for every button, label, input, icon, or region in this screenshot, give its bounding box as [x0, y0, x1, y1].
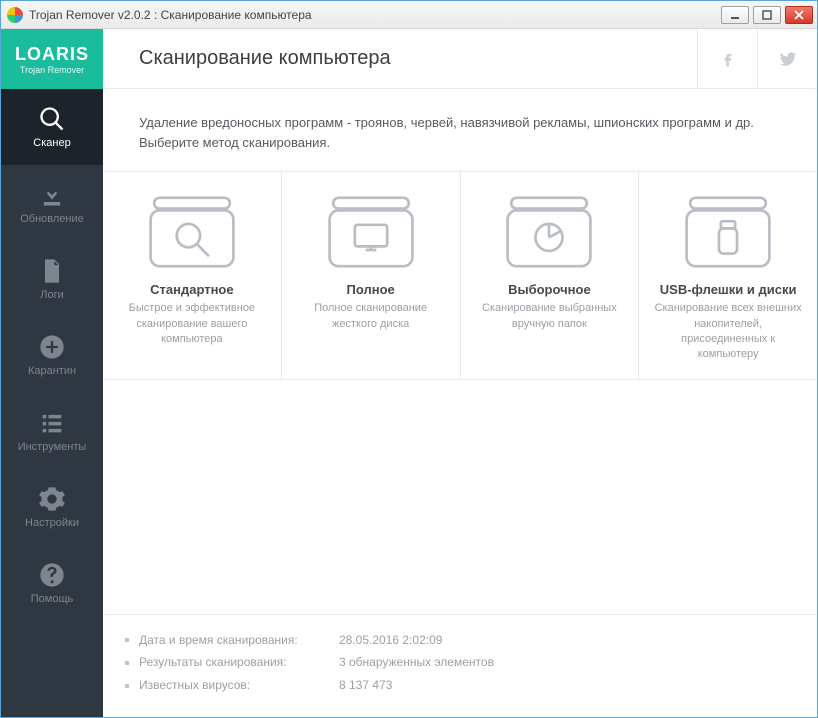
stats-label: Известных вирусов:	[139, 674, 339, 697]
scan-option-desc: Полное сканирование жесткого диска	[294, 301, 448, 332]
close-icon	[794, 10, 804, 20]
sidebar-item-label: Настройки	[25, 517, 79, 529]
gear-icon	[38, 485, 66, 513]
sidebar-item-label: Логи	[40, 289, 64, 301]
sidebar-item-label: Помощь	[31, 593, 74, 605]
titlebar: Trojan Remover v2.0.2 : Сканирование ком…	[1, 1, 817, 29]
minimize-icon	[730, 10, 740, 20]
window-controls	[721, 6, 815, 24]
scan-option-title: Выборочное	[473, 282, 627, 297]
download-icon	[38, 181, 66, 209]
help-icon	[38, 561, 66, 589]
list-icon	[38, 409, 66, 437]
description: Удаление вредоносных программ - троянов,…	[103, 89, 817, 172]
social-buttons	[697, 29, 817, 89]
header-row: Сканирование компьютера	[103, 29, 817, 89]
page-title: Сканирование компьютера	[139, 47, 697, 70]
scan-option-desc: Сканирование всех внешних накопителей, п…	[651, 301, 805, 363]
description-line2: Выберите метод сканирования.	[139, 133, 781, 153]
facebook-button[interactable]	[697, 29, 757, 89]
stats-value: 28.05.2016 2:02:09	[339, 629, 442, 652]
twitter-button[interactable]	[757, 29, 817, 89]
logo: LOARIS Trojan Remover	[1, 29, 103, 89]
file-icon	[38, 257, 66, 285]
stats-row: Дата и время сканирования: 28.05.2016 2:…	[139, 629, 781, 652]
app-icon	[7, 7, 23, 23]
minimize-button[interactable]	[721, 6, 749, 24]
scan-option-standard[interactable]: Стандартное Быстрое и эффективное сканир…	[103, 172, 282, 379]
search-icon	[38, 105, 66, 133]
sidebar-item-update[interactable]: Обновление	[1, 165, 103, 241]
plus-circle-icon	[38, 333, 66, 361]
box-monitor-icon	[323, 192, 419, 272]
scan-options: Стандартное Быстрое и эффективное сканир…	[103, 172, 817, 380]
description-line1: Удаление вредоносных программ - троянов,…	[139, 113, 781, 133]
sidebar-item-tools[interactable]: Инструменты	[1, 393, 103, 469]
sidebar-item-settings[interactable]: Настройки	[1, 469, 103, 545]
sidebar-item-label: Карантин	[28, 365, 76, 377]
scan-option-title: USB-флешки и диски	[651, 282, 805, 297]
scan-option-title: Полное	[294, 282, 448, 297]
stats-value: 8 137 473	[339, 674, 392, 697]
stats-row: Известных вирусов: 8 137 473	[139, 674, 781, 697]
window-title: Trojan Remover v2.0.2 : Сканирование ком…	[29, 8, 312, 22]
maximize-icon	[762, 10, 772, 20]
app-window: Trojan Remover v2.0.2 : Сканирование ком…	[0, 0, 818, 718]
sidebar-item-label: Инструменты	[18, 441, 87, 453]
twitter-icon	[778, 49, 798, 69]
sidebar-item-quarantine[interactable]: Карантин	[1, 317, 103, 393]
scan-option-full[interactable]: Полное Полное сканирование жесткого диск…	[282, 172, 461, 379]
maximize-button[interactable]	[753, 6, 781, 24]
sidebar-item-help[interactable]: Помощь	[1, 545, 103, 621]
scan-option-desc: Быстрое и эффективное сканирование вашег…	[115, 301, 269, 347]
sidebar: LOARIS Trojan Remover Сканер Обновление …	[1, 29, 103, 717]
stats-value: 3 обнаруженных элементов	[339, 651, 494, 674]
scan-option-custom[interactable]: Выборочное Сканирование выбранных вручну…	[461, 172, 640, 379]
facebook-icon	[718, 49, 738, 69]
stats-row: Результаты сканирования: 3 обнаруженных …	[139, 651, 781, 674]
sidebar-item-label: Обновление	[20, 213, 84, 225]
stats: Дата и время сканирования: 28.05.2016 2:…	[103, 614, 817, 717]
sidebar-item-label: Сканер	[33, 137, 70, 149]
sidebar-item-logs[interactable]: Логи	[1, 241, 103, 317]
box-pie-icon	[501, 192, 597, 272]
main-content: Сканирование компьютера Удаление вредоно…	[103, 29, 817, 717]
scan-option-title: Стандартное	[115, 282, 269, 297]
scan-option-desc: Сканирование выбранных вручную папок	[473, 301, 627, 332]
sidebar-item-scan[interactable]: Сканер	[1, 89, 103, 165]
scan-option-usb[interactable]: USB-флешки и диски Сканирование всех вне…	[639, 172, 817, 379]
stats-label: Результаты сканирования:	[139, 651, 339, 674]
close-button[interactable]	[785, 6, 813, 24]
stats-label: Дата и время сканирования:	[139, 629, 339, 652]
box-search-icon	[144, 192, 240, 272]
box-usb-icon	[680, 192, 776, 272]
logo-brand: LOARIS	[15, 44, 89, 65]
logo-sub: Trojan Remover	[20, 65, 84, 75]
